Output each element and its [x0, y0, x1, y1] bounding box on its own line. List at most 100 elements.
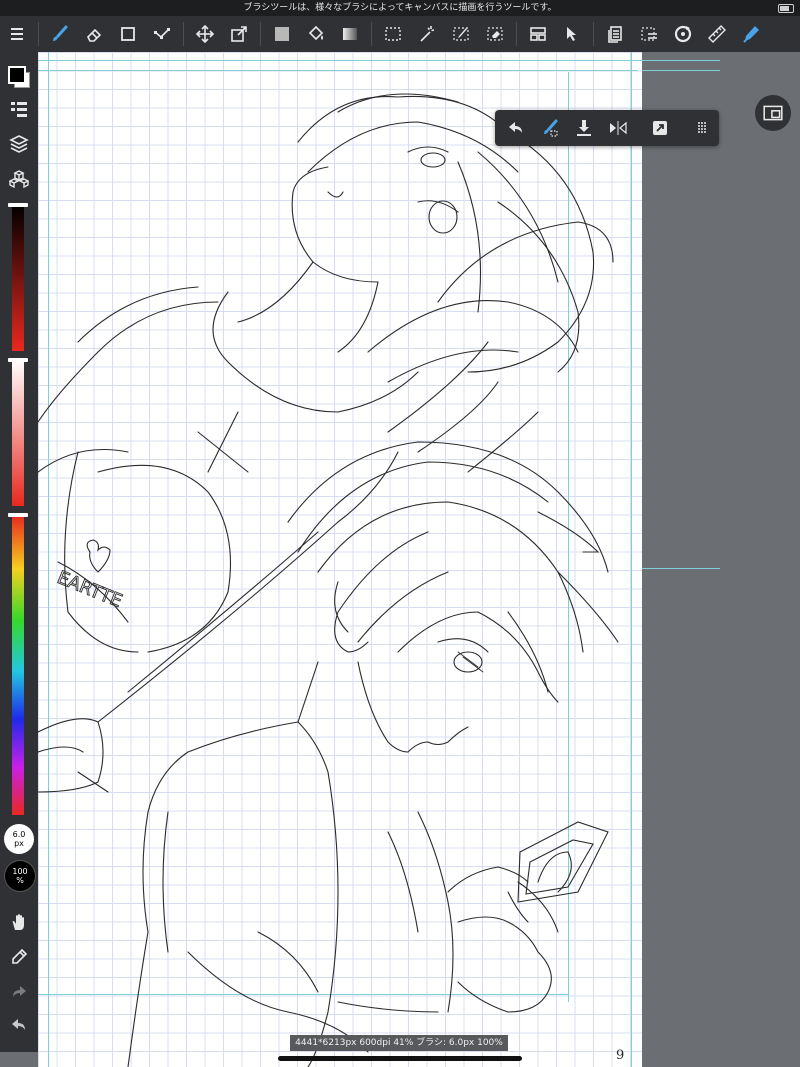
move-tool-button[interactable] — [188, 16, 222, 52]
grip-icon — [698, 122, 706, 133]
brush-size-value: 6.0 — [12, 830, 26, 839]
eraser-tool-button[interactable] — [77, 16, 111, 52]
magic-wand-tool-button[interactable] — [410, 16, 444, 52]
opacity-button[interactable]: 100 % — [4, 860, 36, 892]
quick-undo-button[interactable] — [499, 110, 533, 146]
operation-tool-button[interactable] — [555, 16, 589, 52]
canvas-info-bar: 4441*6213px 600dpi 41% ブラシ: 6.0px 100% — [290, 1035, 508, 1051]
floating-quick-bar — [495, 110, 719, 146]
quick-fill-button[interactable] — [567, 110, 601, 146]
quick-transform-button[interactable] — [643, 110, 677, 146]
layers-button[interactable] — [4, 129, 34, 159]
redo-icon — [13, 986, 26, 997]
fill-rect-tool-button[interactable] — [265, 16, 299, 52]
selection-layer-button[interactable] — [632, 16, 666, 52]
opacity-value: 100 — [12, 867, 28, 876]
battery-icon — [778, 4, 794, 13]
brush-icon — [544, 119, 558, 137]
select-eraser-tool-button[interactable] — [478, 16, 512, 52]
home-indicator[interactable] — [278, 1056, 522, 1061]
quick-brush-button[interactable] — [533, 110, 567, 146]
ruler-icon — [708, 25, 726, 43]
hand-icon — [12, 914, 24, 930]
saturation-slider[interactable] — [8, 358, 28, 506]
color-swatch[interactable] — [8, 66, 30, 88]
undo-icon — [12, 1019, 25, 1030]
eyedropper-icon — [12, 948, 28, 964]
brush-size-button[interactable]: 6.0 px — [4, 824, 34, 854]
ruler-button[interactable] — [700, 16, 734, 52]
top-toolbar — [0, 16, 800, 52]
fill-rect-icon — [275, 27, 289, 41]
flip-icon — [610, 121, 627, 135]
navigator-icon — [763, 105, 783, 121]
slider-thumb[interactable] — [8, 203, 28, 207]
opacity-unit: % — [16, 876, 24, 885]
materials-icon — [9, 170, 29, 189]
undo-icon — [509, 122, 522, 133]
download-icon — [577, 120, 591, 136]
left-sidebar: 6.0 px 100 % — [0, 52, 38, 1052]
vector-tool-button[interactable] — [145, 16, 179, 52]
layers-icon — [9, 135, 29, 153]
brush-list-button[interactable] — [4, 94, 34, 124]
brush-list-icon — [11, 102, 27, 117]
toolbar-divider — [371, 22, 372, 46]
quick-flip-button[interactable] — [601, 110, 635, 146]
toolbar-divider — [183, 22, 184, 46]
toolbar-divider — [516, 22, 517, 46]
guide-line — [642, 70, 720, 71]
transform-tool-button[interactable] — [222, 16, 256, 52]
guide-line — [642, 568, 720, 569]
slider-thumb[interactable] — [8, 513, 28, 517]
eyedropper-toolbar-button[interactable] — [734, 16, 768, 52]
slider-thumb[interactable] — [8, 358, 28, 362]
select-tool-button[interactable] — [376, 16, 410, 52]
navigator-button[interactable] — [755, 95, 791, 131]
select-pen-tool-button[interactable] — [444, 16, 478, 52]
shape-icon — [121, 27, 135, 41]
rotate-button[interactable] — [666, 16, 700, 52]
gradient-tool-button[interactable] — [333, 16, 367, 52]
canvas-area[interactable]: EARTTE 9 — [38, 52, 800, 1067]
sketch-artwork: EARTTE — [38, 93, 619, 1067]
brush-tool-button[interactable] — [43, 16, 77, 52]
hue-brightness-slider[interactable] — [8, 203, 28, 351]
transform-icon — [231, 26, 247, 42]
panel-button[interactable] — [598, 16, 632, 52]
text-tool-button[interactable] — [521, 16, 555, 52]
foreground-color[interactable] — [8, 66, 26, 84]
status-bar: ブラシツールは、様々なブラシによってキャンバスに描画を行うツールです。 — [0, 0, 800, 16]
quick-more-button[interactable] — [685, 110, 719, 146]
brush-size-unit: px — [14, 839, 24, 848]
select-pen-icon — [453, 27, 469, 41]
toolbar-divider — [593, 22, 594, 46]
materials-button[interactable] — [4, 164, 34, 194]
panel-icon — [608, 26, 622, 43]
toolbar-divider — [38, 22, 39, 46]
eraser-icon — [87, 28, 102, 42]
select-icon — [385, 27, 401, 41]
eyedropper-button[interactable] — [4, 942, 34, 972]
undo-button[interactable] — [4, 1010, 34, 1040]
menu-button[interactable] — [0, 16, 34, 52]
bucket-icon — [308, 25, 324, 41]
toolbar-divider — [260, 22, 261, 46]
hue-slider[interactable] — [8, 513, 28, 815]
select-eraser-icon — [487, 27, 503, 41]
bucket-tool-button[interactable] — [299, 16, 333, 52]
text-icon — [530, 27, 546, 41]
status-message: ブラシツールは、様々なブラシによってキャンバスに描画を行うツールです。 — [243, 3, 557, 13]
selection-layer-icon — [641, 27, 657, 41]
eyedropper-icon — [743, 26, 759, 43]
magic-wand-icon — [420, 26, 435, 42]
vector-icon — [154, 28, 170, 39]
move-icon — [195, 24, 215, 44]
gradient-icon — [343, 28, 357, 40]
shape-tool-button[interactable] — [111, 16, 145, 52]
hand-tool-button[interactable] — [4, 907, 34, 937]
page-number: 9 — [616, 1048, 625, 1063]
operation-icon — [567, 27, 576, 41]
redo-button[interactable] — [4, 977, 34, 1007]
menu-icon — [11, 28, 23, 40]
